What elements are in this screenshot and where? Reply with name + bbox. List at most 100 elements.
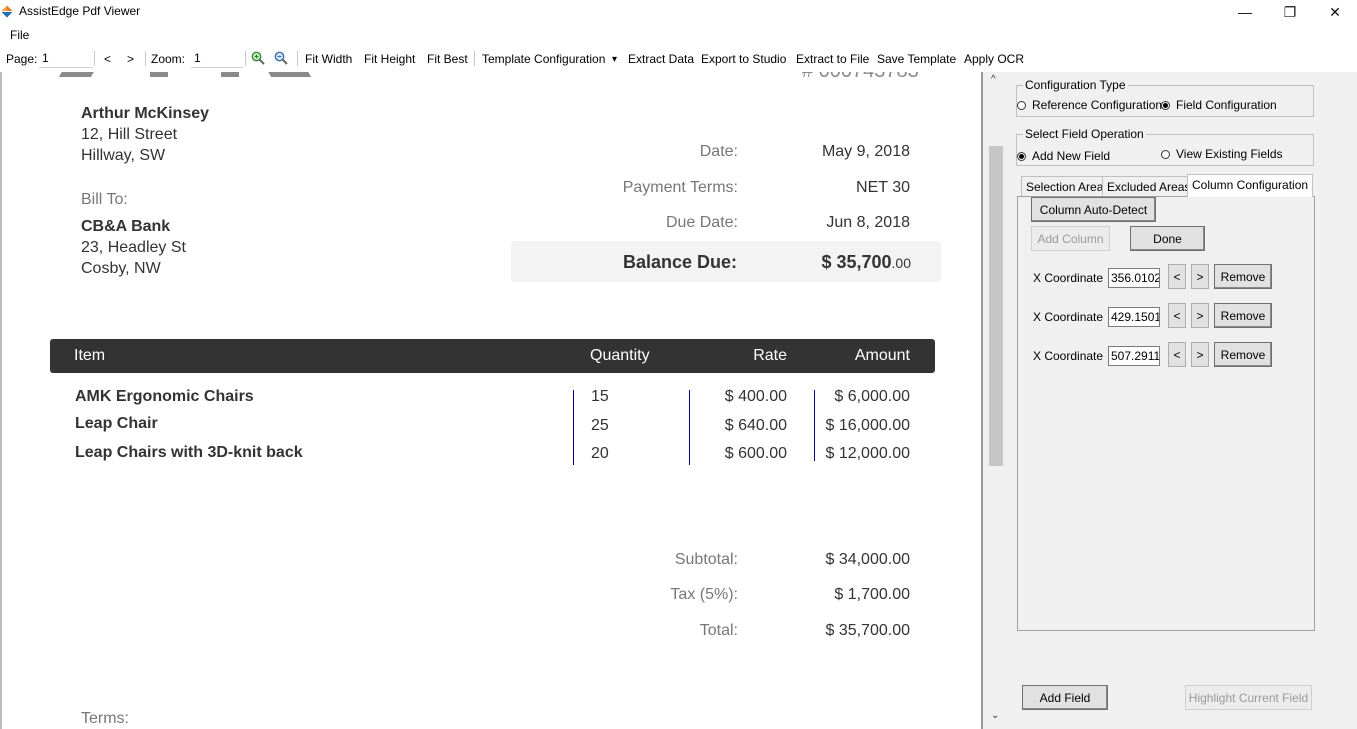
due-date-value: Jun 8, 2018 bbox=[826, 214, 910, 231]
zoom-out-icon[interactable] bbox=[274, 51, 288, 65]
chevron-down-icon[interactable]: ▾ bbox=[612, 54, 617, 65]
move-right-button[interactable]: > bbox=[1191, 303, 1209, 328]
title-bar: AssistEdge Pdf Viewer — ❐ ✕ bbox=[0, 0, 1357, 24]
extract-to-file-button[interactable]: Extract to File bbox=[796, 52, 869, 66]
configuration-type-title: Configuration Type bbox=[1023, 78, 1128, 92]
company-logo bbox=[221, 72, 239, 77]
column-guide-line[interactable] bbox=[573, 390, 574, 465]
configuration-type-group: Configuration Type Reference Configurati… bbox=[1016, 78, 1314, 117]
x-coordinate-input[interactable] bbox=[1108, 307, 1160, 327]
column-auto-detect-button[interactable]: Column Auto-Detect bbox=[1031, 197, 1156, 222]
field-configuration-radio[interactable]: Field Configuration bbox=[1161, 98, 1277, 112]
template-configuration-menu[interactable]: Template Configuration bbox=[482, 52, 605, 66]
reference-configuration-label: Reference Configuration bbox=[1032, 98, 1163, 112]
fit-best-button[interactable]: Fit Best bbox=[427, 52, 468, 66]
tab-excluded-areas[interactable]: Excluded Areas bbox=[1102, 176, 1196, 196]
highlight-current-field-button[interactable]: Highlight Current Field bbox=[1185, 685, 1312, 710]
bill-to-name: CB&A Bank bbox=[81, 218, 171, 235]
field-operation-title: Select Field Operation bbox=[1023, 127, 1146, 141]
table-row-quantity: 15 bbox=[591, 388, 609, 405]
prev-page-button[interactable]: < bbox=[104, 52, 111, 66]
x-coordinate-label: X Coordinate bbox=[1033, 271, 1104, 285]
balance-due-label: Balance Due: bbox=[622, 252, 737, 272]
apply-ocr-button[interactable]: Apply OCR bbox=[964, 52, 1024, 66]
export-to-studio-button[interactable]: Export to Studio bbox=[701, 52, 786, 66]
menu-bar: File bbox=[0, 24, 1357, 46]
move-right-button[interactable]: > bbox=[1191, 342, 1209, 367]
minimize-icon: — bbox=[1238, 4, 1252, 20]
company-logo bbox=[58, 72, 98, 77]
add-column-button[interactable]: Add Column bbox=[1031, 226, 1110, 251]
sender-address-line2: Hillway, SW bbox=[81, 147, 166, 164]
table-row-quantity: 20 bbox=[591, 445, 609, 462]
close-icon: ✕ bbox=[1329, 3, 1341, 20]
subtotal-label: Subtotal: bbox=[674, 551, 738, 568]
scroll-up-icon[interactable]: ^ bbox=[991, 74, 996, 85]
tab-column-configuration[interactable]: Column Configuration bbox=[1187, 174, 1314, 197]
terms-label: Terms: bbox=[81, 710, 129, 727]
table-row-rate: $ 400.00 bbox=[724, 388, 787, 405]
column-guide-line[interactable] bbox=[689, 390, 690, 465]
zoom-in-icon[interactable] bbox=[251, 51, 265, 65]
table-row-amount: $ 12,000.00 bbox=[825, 445, 910, 462]
date-label: Date: bbox=[699, 143, 738, 160]
toolbar: Page: < > Zoom: Fit Width Fit Height Fit… bbox=[0, 46, 1357, 72]
extract-data-button[interactable]: Extract Data bbox=[628, 52, 694, 66]
bill-to-label: Bill To: bbox=[81, 191, 128, 208]
next-page-button[interactable]: > bbox=[127, 52, 134, 66]
bill-to-address-line2: Cosby, NW bbox=[81, 260, 161, 277]
company-logo bbox=[150, 72, 168, 77]
column-header-item: Item bbox=[74, 347, 106, 364]
toolbar-separator bbox=[297, 51, 298, 66]
column-header-rate: Rate bbox=[753, 347, 787, 364]
scroll-down-icon[interactable]: ⌄ bbox=[991, 710, 999, 721]
payment-terms-label: Payment Terms: bbox=[622, 179, 738, 196]
maximize-button[interactable]: ❐ bbox=[1267, 0, 1313, 24]
table-row-rate: $ 600.00 bbox=[724, 445, 787, 462]
tax-value: $ 1,700.00 bbox=[834, 586, 910, 603]
add-new-field-radio[interactable]: Add New Field bbox=[1017, 149, 1110, 163]
fit-width-button[interactable]: Fit Width bbox=[305, 52, 352, 66]
move-left-button[interactable]: < bbox=[1168, 264, 1186, 289]
pdf-viewer[interactable]: # 000743783 Arthur McKinsey 12, Hill Str… bbox=[0, 72, 983, 729]
radio-selected-icon bbox=[1017, 151, 1026, 161]
remove-column-button[interactable]: Remove bbox=[1214, 264, 1272, 289]
bill-to-address-line1: 23, Headley St bbox=[81, 239, 186, 256]
remove-column-button[interactable]: Remove bbox=[1214, 303, 1272, 328]
view-existing-fields-radio[interactable]: View Existing Fields bbox=[1161, 147, 1283, 161]
save-template-button[interactable]: Save Template bbox=[877, 52, 956, 66]
minimize-button[interactable]: — bbox=[1222, 0, 1268, 24]
date-value: May 9, 2018 bbox=[821, 143, 910, 160]
total-value: $ 35,700.00 bbox=[825, 622, 910, 639]
x-coordinate-input[interactable] bbox=[1108, 346, 1160, 366]
due-date-label: Due Date: bbox=[665, 214, 738, 231]
remove-column-button[interactable]: Remove bbox=[1214, 342, 1272, 367]
toolbar-separator bbox=[94, 51, 95, 66]
column-header-quantity: Quantity bbox=[590, 347, 650, 364]
balance-due-cents: .00 bbox=[891, 255, 911, 271]
page-input[interactable] bbox=[39, 49, 93, 68]
move-right-button[interactable]: > bbox=[1191, 264, 1209, 289]
field-operation-group: Select Field Operation Add New Field Vie… bbox=[1016, 127, 1314, 166]
toolbar-separator bbox=[245, 51, 246, 66]
scrollbar-thumb[interactable] bbox=[989, 146, 1003, 466]
column-configuration-tab-page bbox=[1017, 196, 1315, 631]
add-field-button[interactable]: Add Field bbox=[1022, 685, 1108, 710]
balance-due-amount: $ 35,700 bbox=[821, 252, 892, 272]
radio-icon bbox=[1017, 100, 1026, 110]
table-row-amount: $ 16,000.00 bbox=[825, 417, 910, 434]
tab-selection-area[interactable]: Selection Area bbox=[1021, 176, 1109, 196]
done-button[interactable]: Done bbox=[1130, 226, 1205, 251]
zoom-input[interactable] bbox=[191, 49, 243, 68]
reference-configuration-radio[interactable]: Reference Configuration bbox=[1017, 98, 1162, 112]
app-logo-icon bbox=[1, 5, 13, 18]
x-coordinate-input[interactable] bbox=[1108, 268, 1160, 288]
vertical-scrollbar[interactable]: ^ ⌄ bbox=[983, 72, 1007, 729]
menu-file[interactable]: File bbox=[10, 28, 29, 42]
move-left-button[interactable]: < bbox=[1168, 303, 1186, 328]
move-left-button[interactable]: < bbox=[1168, 342, 1186, 367]
tax-label: Tax (5%): bbox=[670, 586, 738, 603]
total-label: Total: bbox=[699, 622, 738, 639]
fit-height-button[interactable]: Fit Height bbox=[364, 52, 415, 66]
close-button[interactable]: ✕ bbox=[1312, 0, 1357, 24]
